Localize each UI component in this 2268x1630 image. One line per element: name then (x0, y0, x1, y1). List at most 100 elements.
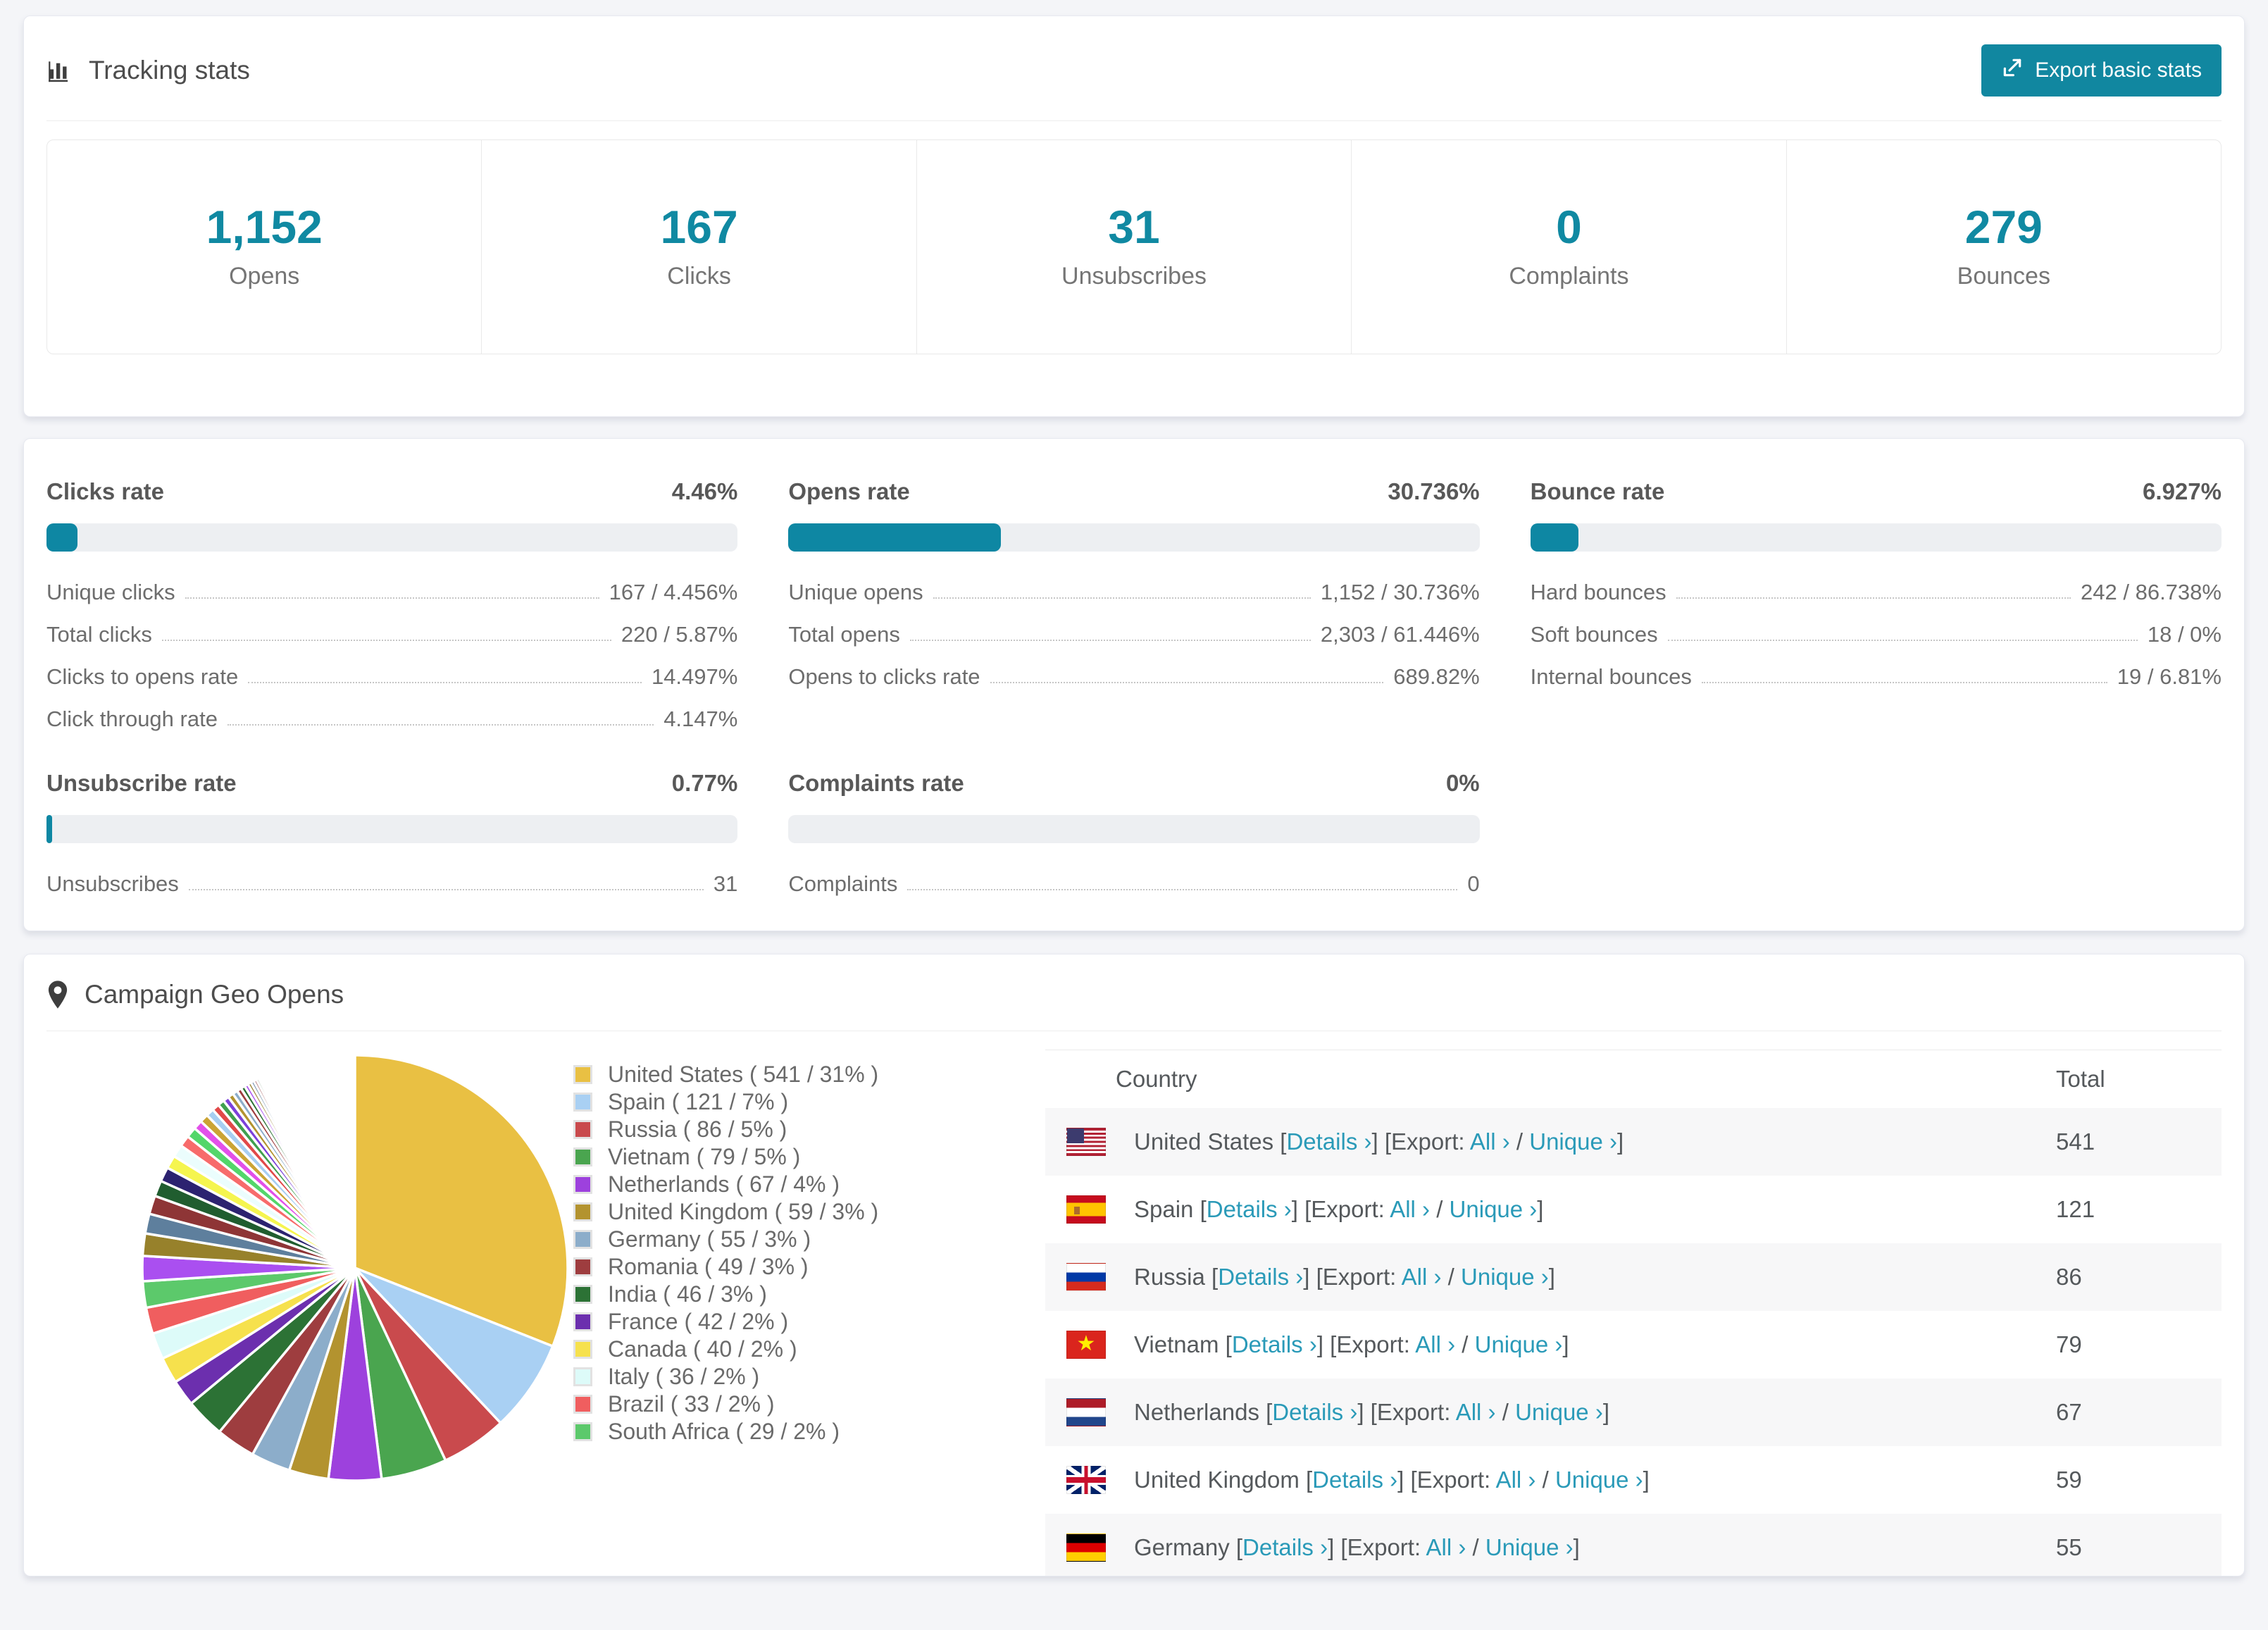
nl-flag-icon (1066, 1398, 1106, 1426)
country-name: Spain [ (1134, 1196, 1207, 1222)
export-all-link[interactable]: All › (1415, 1331, 1455, 1357)
rate-row-label: Total opens (788, 622, 900, 647)
rate-row: Clicks to opens rate 14.497% (46, 664, 737, 690)
country-name: Vietnam [ (1134, 1331, 1232, 1357)
table-row: Vietnam [Details ›] [Export: All › / Uni… (1045, 1311, 2222, 1379)
export-unique-link[interactable]: Unique › (1485, 1534, 1574, 1560)
country-links: Netherlands [Details ›] [Export: All › /… (1134, 1399, 1609, 1426)
country-links: Germany [Details ›] [Export: All › / Uni… (1134, 1534, 1580, 1561)
geo-header: Campaign Geo Opens (46, 954, 2222, 1031)
rate-rows: Unsubscribes 31 (46, 871, 737, 897)
legend-label: United States ( 541 / 31% ) (608, 1062, 879, 1087)
export-unique-link[interactable]: Unique › (1515, 1399, 1603, 1425)
export-icon (2001, 56, 2024, 85)
country-name: Germany [ (1134, 1534, 1243, 1560)
legend-label: Germany ( 55 / 3% ) (608, 1226, 811, 1252)
stat-boxes-row: 1,152 Opens 167 Clicks 31 Unsubscribes 0 Compla… (46, 139, 2222, 354)
rate-progress-fill (788, 523, 1001, 552)
export-all-link[interactable]: All › (1456, 1399, 1496, 1425)
rate-row: Internal bounces 19 / 6.81% (1531, 664, 2222, 690)
export-all-link[interactable]: All › (1426, 1534, 1466, 1560)
bar-chart-icon (46, 57, 73, 84)
export-unique-link[interactable]: Unique › (1450, 1196, 1538, 1222)
rate-value: 0% (1445, 770, 1480, 796)
rate-row-label: Unsubscribes (46, 871, 179, 896)
rate-rows: Hard bounces 242 / 86.738% Soft bounces 18 … (1531, 580, 2222, 690)
stat-value: 279 (1964, 201, 2043, 253)
table-row: Germany [Details ›] [Export: All › / Uni… (1045, 1514, 2222, 1576)
rate-panels-grid: Clicks rate 4.46% Unique clicks 167 / 4.456… (46, 478, 2222, 897)
details-link[interactable]: Details › (1242, 1534, 1328, 1560)
dotted-leader (933, 597, 1311, 599)
export-basic-stats-button[interactable]: Export basic stats (1981, 44, 2222, 97)
pie-svg[interactable] (137, 1050, 573, 1486)
legend-label: Romania ( 49 / 3% ) (608, 1254, 809, 1279)
export-unique-link[interactable]: Unique › (1555, 1467, 1643, 1493)
geo-table: Country Total United States [Details ›] … (1045, 1050, 2222, 1576)
table-row: Spain [Details ›] [Export: All › / Uniqu… (1045, 1176, 2222, 1243)
gb-flag-icon (1066, 1466, 1106, 1494)
details-link[interactable]: Details › (1207, 1196, 1292, 1222)
country-cell: Germany [Details ›] [Export: All › / Uni… (1045, 1533, 2056, 1562)
export-unique-link[interactable]: Unique › (1529, 1128, 1617, 1155)
legend-swatch (573, 1065, 592, 1084)
legend-swatch (573, 1175, 592, 1194)
rate-progress-bar (788, 815, 1480, 843)
stat-box: 31 Unsubscribes (917, 140, 1352, 354)
export-label: ] [Export: (1397, 1467, 1496, 1493)
country-links: Spain [Details ›] [Export: All › / Uniqu… (1134, 1196, 1543, 1223)
legend-item: Italy ( 36 / 2% ) (573, 1363, 940, 1391)
country-links: United States [Details ›] [Export: All ›… (1134, 1128, 1624, 1155)
legend-label: France ( 42 / 2% ) (608, 1309, 789, 1334)
details-link[interactable]: Details › (1286, 1128, 1371, 1155)
rate-progress-bar (46, 523, 738, 552)
vn-flag-icon (1066, 1331, 1106, 1359)
details-link[interactable]: Details › (1312, 1467, 1397, 1493)
rate-row-value: 18 / 0% (2147, 622, 2222, 647)
country-column-header: Country (1116, 1066, 1197, 1092)
details-link[interactable]: Details › (1272, 1399, 1357, 1425)
stat-box: 1,152 Opens (47, 140, 482, 354)
stat-value: 1,152 (206, 201, 323, 253)
rate-row-label: Opens to clicks rate (788, 664, 980, 689)
export-all-link[interactable]: All › (1390, 1196, 1430, 1222)
legend-swatch (573, 1120, 592, 1139)
table-row: Russia [Details ›] [Export: All › / Uniq… (1045, 1243, 2222, 1311)
rate-panel-complaints-rate: Complaints rate 0% Complaints 0 (788, 770, 1480, 897)
legend-label: Vietnam ( 79 / 5% ) (608, 1144, 801, 1169)
legend-item: Russia ( 86 / 5% ) (573, 1116, 940, 1143)
details-link[interactable]: Details › (1218, 1264, 1303, 1290)
legend-swatch (573, 1395, 592, 1414)
rate-row-label: Unique clicks (46, 580, 175, 604)
details-link[interactable]: Details › (1232, 1331, 1317, 1357)
rate-row-value: 14.497% (651, 664, 738, 689)
rate-title: Opens rate (788, 478, 910, 504)
legend-swatch (573, 1367, 592, 1386)
rate-progress-bar (788, 523, 1480, 552)
rate-row-value: 19 / 6.81% (2117, 664, 2222, 689)
rate-title: Complaints rate (788, 770, 964, 796)
rate-row-value: 4.147% (663, 707, 738, 731)
dotted-leader (909, 640, 1311, 641)
export-all-link[interactable]: All › (1496, 1467, 1536, 1493)
stat-label: Unsubscribes (1061, 263, 1207, 290)
export-unique-link[interactable]: Unique › (1475, 1331, 1563, 1357)
export-all-link[interactable]: All › (1402, 1264, 1442, 1290)
close-bracket: ] (1548, 1264, 1555, 1290)
slash-separator: / (1466, 1534, 1485, 1560)
tracking-stats-card: Tracking stats Export basic stats 1,152 O… (23, 15, 2245, 417)
rate-row: Soft bounces 18 / 0% (1531, 622, 2222, 647)
export-all-link[interactable]: All › (1470, 1128, 1510, 1155)
geo-pie-chart[interactable] (137, 1050, 573, 1486)
export-label: ] [Export: (1316, 1331, 1416, 1357)
export-unique-link[interactable]: Unique › (1461, 1264, 1549, 1290)
legend-swatch (573, 1340, 592, 1359)
legend-item: Canada ( 40 / 2% ) (573, 1336, 940, 1363)
dotted-leader (1667, 640, 2138, 641)
dotted-leader (188, 889, 704, 890)
rate-value: 30.736% (1388, 478, 1480, 504)
total-column-header: Total (2056, 1066, 2105, 1092)
stat-box: 167 Clicks (482, 140, 917, 354)
export-label: ] [Export: (1291, 1196, 1390, 1222)
stat-label: Opens (229, 263, 300, 290)
